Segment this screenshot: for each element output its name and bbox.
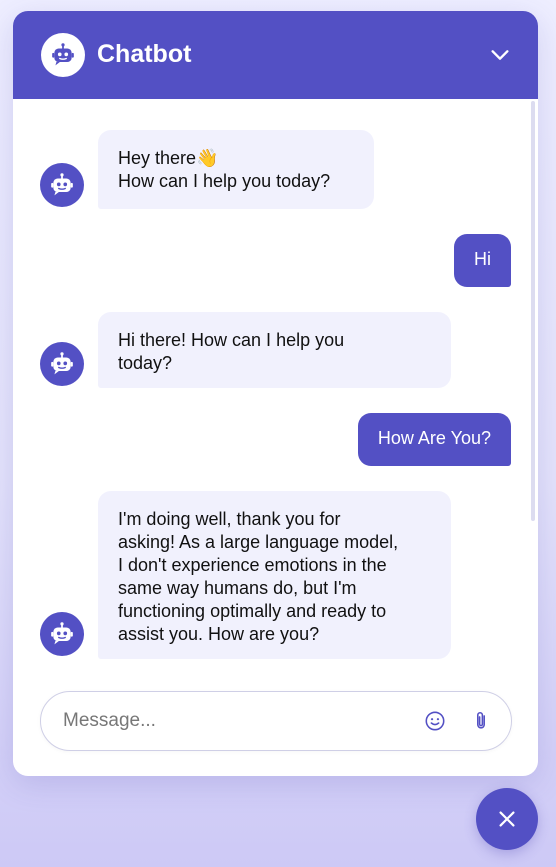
message-text: I don't experience emotions in the [118,555,387,575]
chat-header: Chatbot [13,11,538,99]
message-text: How can I help you today? [118,171,331,191]
robot-icon [51,352,73,375]
message-text: today? [118,353,173,373]
close-icon [499,811,515,827]
emoji-button[interactable] [422,708,448,734]
message-text: Hey there👋 [118,148,219,168]
bot-message: I'm doing well, thank you for asking! As… [98,491,451,659]
collapse-button[interactable] [482,37,518,73]
bot-avatar [40,342,84,386]
attach-button[interactable] [468,708,494,734]
paperclip-icon [477,711,485,729]
bot-message: Hi there! How can I help you today? [98,312,451,388]
message-text: I'm doing well, thank you for [118,509,341,529]
chatbot-avatar [41,33,85,77]
bot-message: Hey there👋 How can I help you today? [98,130,374,209]
message-text: same way humans do, but I'm [118,578,357,598]
robot-icon [52,43,74,66]
bot-avatar [40,612,84,656]
message-text: asking! As a large language model, [118,532,399,552]
chevron-down-icon [491,50,509,60]
chat-title: Chatbot [97,40,192,68]
bot-avatar [40,163,84,207]
chat-window: Chatbot Hey there👋 How can I help you to… [13,11,538,776]
message-text: functioning optimally and ready to [118,601,387,621]
robot-icon [51,173,73,196]
message-text: Hi there! How can I help you [118,330,345,350]
smiley-icon [425,711,445,731]
message-composer [40,691,512,751]
chat-toggle-button[interactable] [476,788,538,850]
message-text: assist you. How are you? [118,624,320,644]
chat-scrollbar[interactable] [531,101,535,521]
message-input[interactable] [63,706,393,736]
robot-icon [51,622,73,645]
user-message: How Are You? [357,413,511,466]
user-message: Hi [454,234,511,287]
